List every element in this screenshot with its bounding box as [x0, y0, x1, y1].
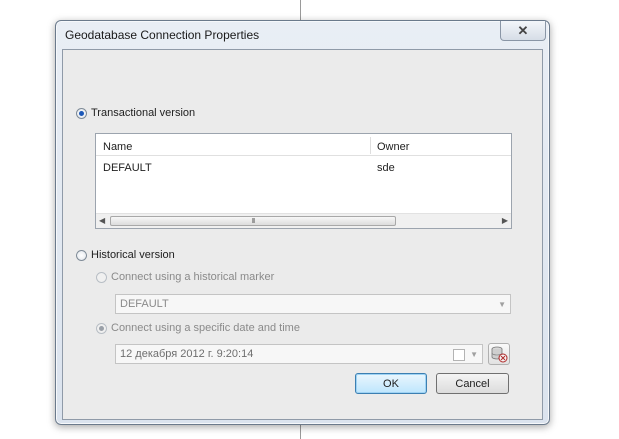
scroll-thumb[interactable]: III — [110, 216, 396, 226]
background-divider-top — [300, 0, 301, 20]
historical-version-radio[interactable] — [76, 249, 87, 261]
specific-date-radio[interactable] — [96, 322, 107, 334]
historical-marker-radio[interactable] — [96, 271, 107, 283]
row-owner-cell: sde — [377, 162, 395, 174]
ok-button[interactable]: OK — [355, 373, 427, 394]
close-button[interactable]: ✕ — [500, 21, 546, 41]
dialog-title: Geodatabase Connection Properties — [65, 28, 260, 42]
historical-marker-value: DEFAULT — [120, 298, 169, 310]
historical-version-option[interactable]: Historical version — [76, 249, 175, 261]
horizontal-scrollbar[interactable]: ◀ III ▶ — [96, 213, 511, 228]
dialog-content — [62, 49, 543, 420]
row-name-cell: DEFAULT — [103, 162, 152, 174]
specific-date-label: Connect using a specific date and time — [111, 322, 300, 334]
database-icon — [491, 346, 508, 363]
scroll-right-icon[interactable]: ▶ — [502, 216, 508, 225]
historical-version-label: Historical version — [91, 249, 175, 261]
date-time-picker[interactable]: 12 декабря 2012 г. 9:20:14 ▼ — [115, 344, 483, 364]
close-icon: ✕ — [517, 22, 529, 38]
column-divider[interactable] — [370, 137, 371, 154]
specific-date-option[interactable]: Connect using a specific date and time — [96, 322, 300, 334]
transactional-version-radio[interactable] — [76, 107, 87, 119]
database-connect-button[interactable] — [488, 343, 510, 365]
date-dropdown-icon[interactable]: ▼ — [470, 350, 478, 359]
historical-marker-option[interactable]: Connect using a historical marker — [96, 271, 274, 283]
historical-marker-dropdown[interactable]: DEFAULT ▼ — [115, 294, 511, 314]
calendar-icon[interactable] — [453, 349, 465, 361]
background-divider-bottom — [300, 424, 301, 439]
cancel-button[interactable]: Cancel — [436, 373, 509, 394]
version-table: Name Owner DEFAULT sde ◀ III ▶ — [95, 133, 512, 229]
column-header-name[interactable]: Name — [103, 141, 132, 153]
historical-marker-label: Connect using a historical marker — [111, 271, 275, 283]
chevron-down-icon: ▼ — [498, 300, 506, 309]
table-row[interactable]: DEFAULT sde — [96, 156, 511, 176]
transactional-version-option[interactable]: Transactional version — [76, 107, 195, 119]
transactional-version-label: Transactional version — [91, 107, 196, 119]
column-header-owner[interactable]: Owner — [377, 141, 409, 153]
scroll-left-icon[interactable]: ◀ — [99, 216, 105, 225]
table-header: Name Owner — [96, 134, 511, 156]
date-time-value: 12 декабря 2012 г. 9:20:14 — [120, 348, 254, 360]
